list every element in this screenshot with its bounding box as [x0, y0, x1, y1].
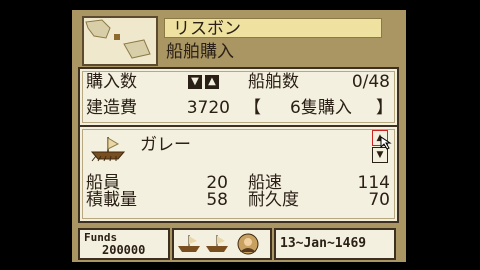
- ship-type-name: ガレー: [140, 135, 191, 155]
- ships-owned-label: 船舶数: [248, 72, 299, 92]
- build-cost-label: 建造費: [86, 98, 137, 118]
- quantity-increase-button[interactable]: ▲: [205, 75, 219, 89]
- port-map-thumbnail: [82, 16, 158, 66]
- captain-portrait-icon: [237, 233, 259, 255]
- pointer-cursor-icon: [380, 136, 392, 150]
- map-icon: [85, 19, 151, 59]
- quantity-label: 購入数: [86, 72, 137, 92]
- buy-bracket-right: 】: [376, 98, 393, 118]
- port-name: リスボン: [164, 18, 382, 39]
- funds-value: 200000: [102, 243, 146, 257]
- buy-ships-button[interactable]: 6隻購入: [290, 98, 352, 118]
- durability-value: 70: [368, 190, 390, 210]
- menu-title: 船舶購入: [166, 42, 234, 62]
- cargo-capacity-value: 58: [206, 190, 228, 210]
- fleet-icons: [178, 233, 259, 255]
- game-date: 13~Jan~1469: [280, 236, 367, 251]
- ship-icon: [206, 235, 228, 252]
- quantity-decrease-button[interactable]: ▼: [188, 75, 202, 89]
- ships-owned-value: 0/48: [351, 72, 390, 92]
- buy-bracket-left: 【: [244, 98, 261, 118]
- build-cost-value: 3720: [186, 98, 230, 118]
- durability-label: 耐久度: [248, 190, 299, 210]
- ship-icon: [178, 235, 200, 252]
- cargo-capacity-label: 積載量: [86, 190, 137, 210]
- galley-ship-icon: [90, 134, 126, 162]
